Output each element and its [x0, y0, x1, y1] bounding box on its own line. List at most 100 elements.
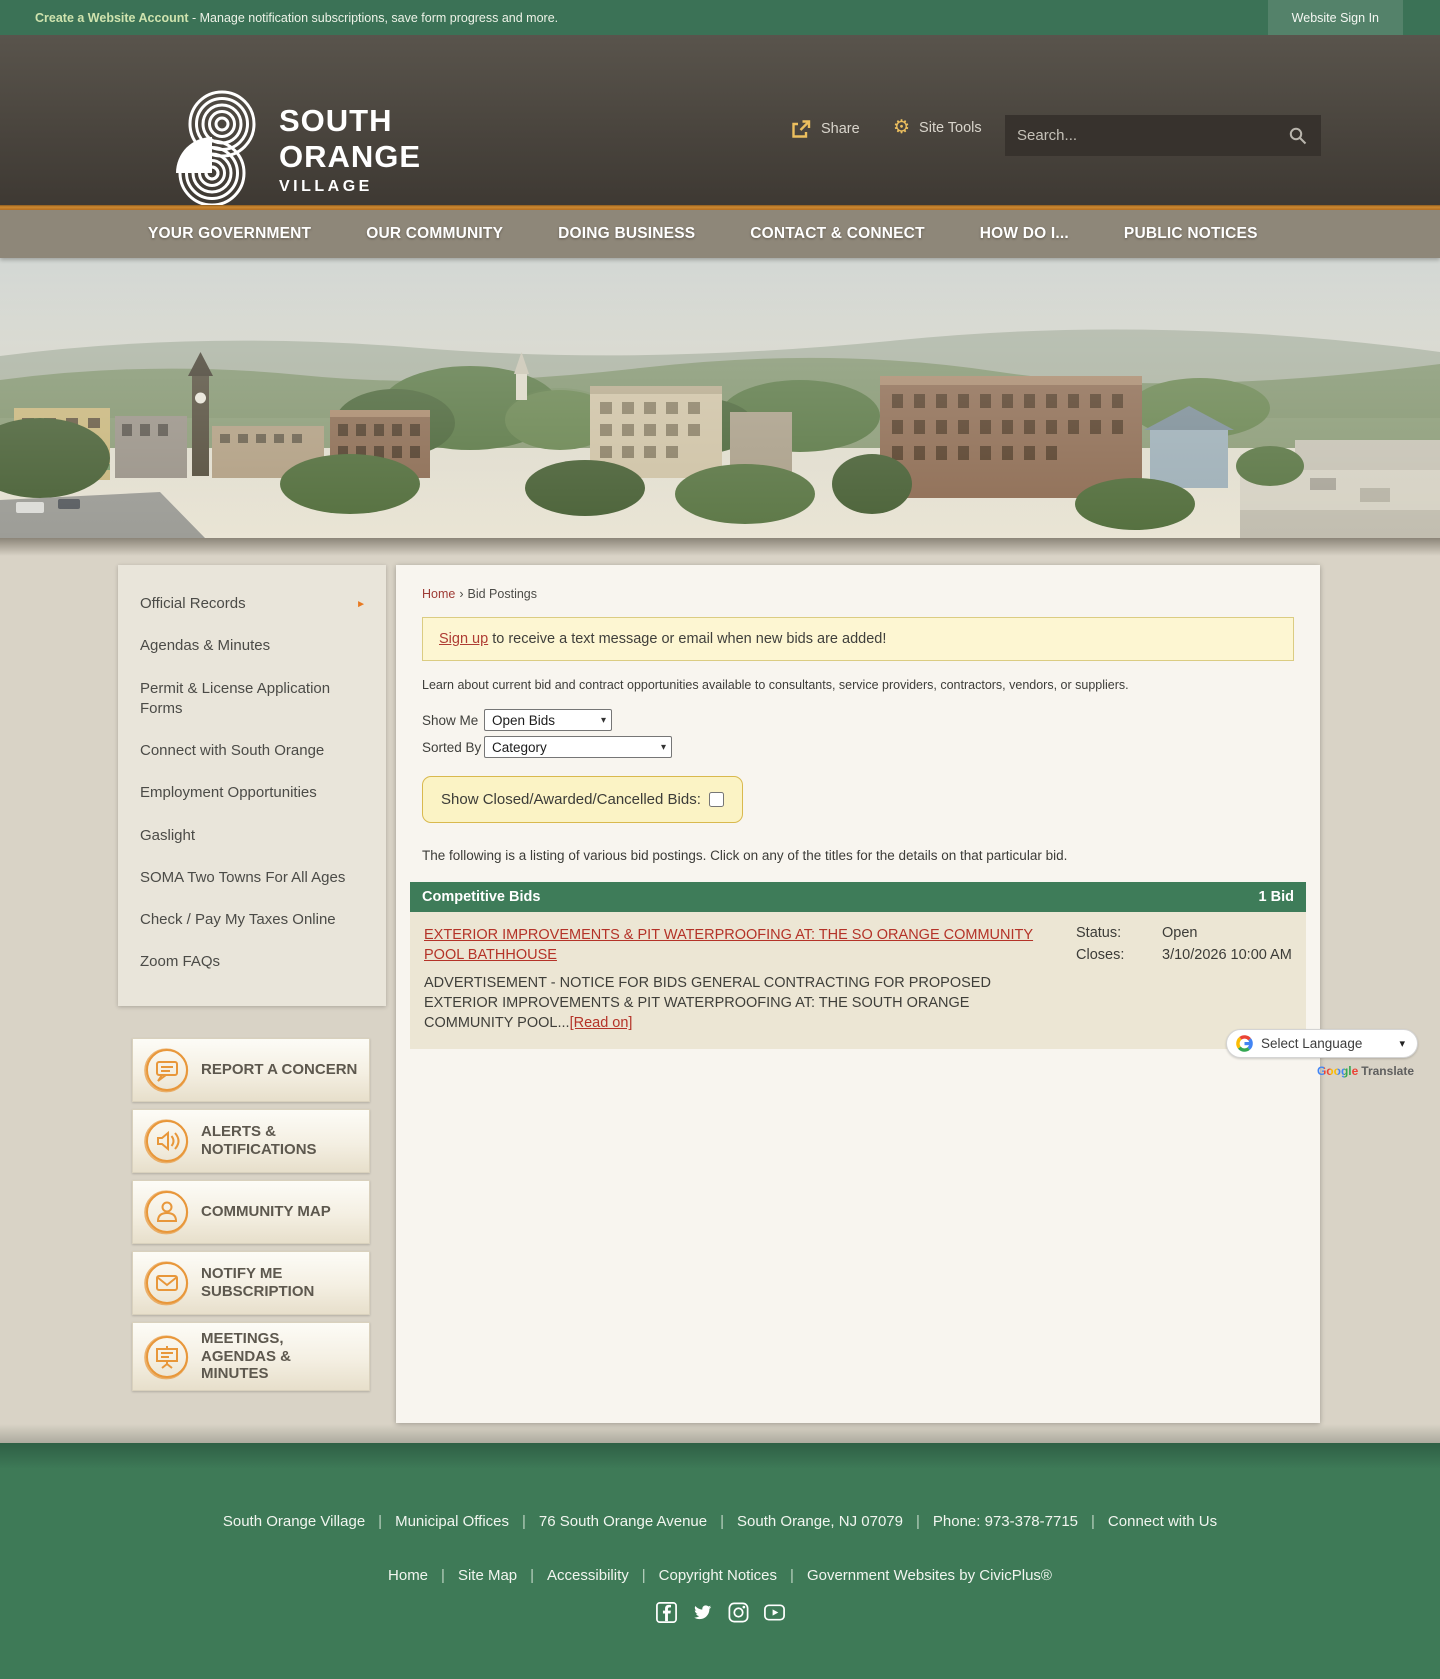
footer-contact-row: South Orange Village | Municipal Offices… [222, 1513, 1218, 1530]
language-select[interactable]: Select Language ▾ [1226, 1029, 1418, 1058]
chevron-down-icon: ▾ [660, 741, 666, 753]
footer-connect-with-us-link[interactable]: Connect with Us [1108, 1513, 1217, 1530]
website-sign-in-button[interactable]: Website Sign In [1267, 0, 1403, 35]
show-closed-bids-label: Show Closed/Awarded/Cancelled Bids: [441, 791, 701, 808]
bid-title-link[interactable]: EXTERIOR IMPROVEMENTS & PIT WATERPROOFIN… [424, 927, 1033, 963]
site-header: SOUTH ORANGE VILLAGE Share ⚙ Site Tools [0, 35, 1440, 207]
sidebar-item-soma-two-towns[interactable]: SOMA Two Towns For All Ages [118, 857, 386, 899]
logo-wordmark: SOUTH ORANGE VILLAGE [279, 102, 422, 195]
hero-image [0, 258, 1440, 538]
facebook-icon[interactable] [655, 1601, 678, 1624]
chevron-down-icon: ▾ [1399, 1038, 1405, 1050]
breadcrumb-separator: › [459, 587, 464, 601]
google-g-icon [1236, 1035, 1253, 1052]
quick-links: REPORT A CONCERN ALERTS & NOTIFICATIONS … [132, 1038, 370, 1398]
sidebar-item-pay-taxes[interactable]: Check / Pay My Taxes Online [118, 899, 386, 941]
google-translate-widget: Select Language ▾ Google Translate [1226, 1029, 1418, 1078]
hero-bottom-shadow [0, 538, 1440, 556]
footer-copyright-notices-link[interactable]: Copyright Notices [659, 1567, 777, 1584]
youtube-icon[interactable] [763, 1601, 786, 1624]
show-closed-bids-checkbox[interactable] [708, 792, 724, 807]
site-footer: South Orange Village | Municipal Offices… [0, 1443, 1440, 1679]
sidebar-item-employment[interactable]: Employment Opportunities [118, 772, 386, 814]
footer-village-name: South Orange Village [222, 1513, 366, 1530]
bid-description: ADVERTISEMENT - NOTICE FOR BIDS GENERAL … [424, 974, 991, 1032]
status-label: Status: [1076, 925, 1122, 941]
google-logo-text: Google [1316, 1064, 1359, 1078]
sidebar-item-gaslight[interactable]: Gaslight [118, 815, 386, 857]
create-account-link[interactable]: Create a Website Account [35, 11, 189, 25]
main-nav: YOUR GOVERNMENT OUR COMMUNITY DOING BUSI… [0, 210, 1440, 258]
status-value: Open [1162, 925, 1198, 941]
bid-count-badge: 1 Bid [1258, 889, 1294, 905]
sidebar-item-agendas-minutes[interactable]: Agendas & Minutes [118, 625, 386, 667]
village-logo[interactable]: SOUTH ORANGE VILLAGE [165, 87, 421, 212]
sidebar-item-zoom-faqs[interactable]: Zoom FAQs [118, 941, 386, 983]
utility-bar: Create a Website Account - Manage notifi… [0, 0, 1440, 35]
breadcrumb-current: Bid Postings [467, 587, 537, 601]
footer-links-row: Home | Site Map | Accessibility | Copyri… [388, 1567, 1052, 1584]
show-me-label: Show Me [422, 712, 479, 728]
footer-civicplus-link[interactable]: Government Websites by CivicPlus® [807, 1567, 1052, 1584]
sidebar-item-connect-south-orange[interactable]: Connect with South Orange [118, 730, 386, 772]
show-me-value: Open Bids [492, 712, 556, 728]
footer-accessibility-link[interactable]: Accessibility [547, 1567, 629, 1584]
create-account-tagline: - Manage notification subscriptions, sav… [188, 10, 559, 25]
language-select-value: Select Language [1261, 1036, 1363, 1051]
nav-your-government[interactable]: YOUR GOVERNMENT [148, 225, 311, 243]
footer-site-map-link[interactable]: Site Map [458, 1567, 517, 1584]
bid-category-header: Competitive Bids 1 Bid [410, 882, 1306, 912]
nav-doing-business[interactable]: DOING BUSINESS [558, 225, 695, 243]
header-accent-line [0, 205, 1440, 210]
footer-social-icons [0, 1601, 1440, 1624]
show-me-select[interactable]: Open Bids ▾ [484, 709, 612, 731]
nav-public-notices[interactable]: PUBLIC NOTICES [1124, 225, 1258, 243]
sign-up-link[interactable]: Sign up [439, 631, 488, 647]
site-tools-button[interactable]: ⚙ Site Tools [893, 118, 982, 137]
share-button[interactable]: Share [790, 118, 860, 140]
alerts-notifications-button[interactable]: ALERTS & NOTIFICATIONS [132, 1109, 370, 1173]
bid-postings-panel: Home › Bid Postings Sign up to receive a t… [396, 565, 1320, 1423]
chevron-down-icon: ▾ [600, 714, 606, 726]
read-on-link[interactable]: [Read on] [570, 1015, 633, 1031]
nav-contact-connect[interactable]: CONTACT & CONNECT [750, 225, 924, 243]
search-input[interactable] [1017, 127, 1287, 144]
share-label: Share [821, 121, 860, 137]
listing-note: The following is a listing of various bi… [422, 848, 1068, 863]
bid-table: Competitive Bids 1 Bid EXTERIOR IMPROVEM… [410, 882, 1306, 1050]
share-icon [792, 120, 811, 138]
search-box[interactable] [1005, 115, 1321, 156]
footer-municipal-offices: Municipal Offices [395, 1513, 510, 1530]
community-map-button[interactable]: COMMUNITY MAP [132, 1180, 370, 1244]
notify-me-subscription-button[interactable]: NOTIFY ME SUBSCRIPTION [132, 1251, 370, 1315]
footer-home-link[interactable]: Home [388, 1567, 428, 1584]
nav-how-do-i[interactable]: HOW DO I... [980, 225, 1069, 243]
intro-text: Learn about current bid and contract opp… [422, 678, 1129, 692]
sidebar-menu: Official Records ► Agendas & Minutes Per… [118, 565, 386, 1006]
site-tools-label: Site Tools [919, 119, 982, 136]
sorted-by-value: Category [492, 739, 547, 755]
closes-label: Closes: [1076, 947, 1125, 963]
nav-our-community[interactable]: OUR COMMUNITY [366, 225, 503, 243]
search-icon[interactable] [1287, 125, 1309, 147]
gear-icon: ⚙ [893, 117, 911, 138]
instagram-icon[interactable] [727, 1601, 750, 1624]
sidebar-item-permit-license-forms[interactable]: Permit & License Application Forms [118, 668, 386, 731]
google-translate-attribution: Google Translate [1316, 1064, 1414, 1078]
signup-notice: Sign up to receive a text message or ema… [422, 617, 1294, 661]
report-a-concern-button[interactable]: REPORT A CONCERN [132, 1038, 370, 1102]
show-closed-bids-toggle: Show Closed/Awarded/Cancelled Bids: [422, 776, 743, 823]
sorted-by-label: Sorted By [422, 739, 482, 755]
sidebar-item-official-records[interactable]: Official Records ► [118, 583, 386, 625]
breadcrumb-home-link[interactable]: Home [422, 587, 455, 601]
speaker-icon [144, 1119, 189, 1164]
sorted-by-select[interactable]: Category ▾ [484, 736, 672, 758]
meetings-agendas-minutes-button[interactable]: MEETINGS, AGENDAS & MINUTES [132, 1322, 370, 1392]
bid-meta: Status: Open Closes: 3/10/2026 10:00 AM [1076, 925, 1292, 1033]
bid-row: EXTERIOR IMPROVEMENTS & PIT WATERPROOFIN… [410, 912, 1306, 1050]
closes-value: 3/10/2026 10:00 AM [1162, 947, 1292, 963]
twitter-icon[interactable] [691, 1601, 714, 1624]
footer-top-shadow [0, 1424, 1440, 1443]
person-icon [144, 1190, 189, 1235]
footer-address: 76 South Orange Avenue [538, 1513, 708, 1530]
